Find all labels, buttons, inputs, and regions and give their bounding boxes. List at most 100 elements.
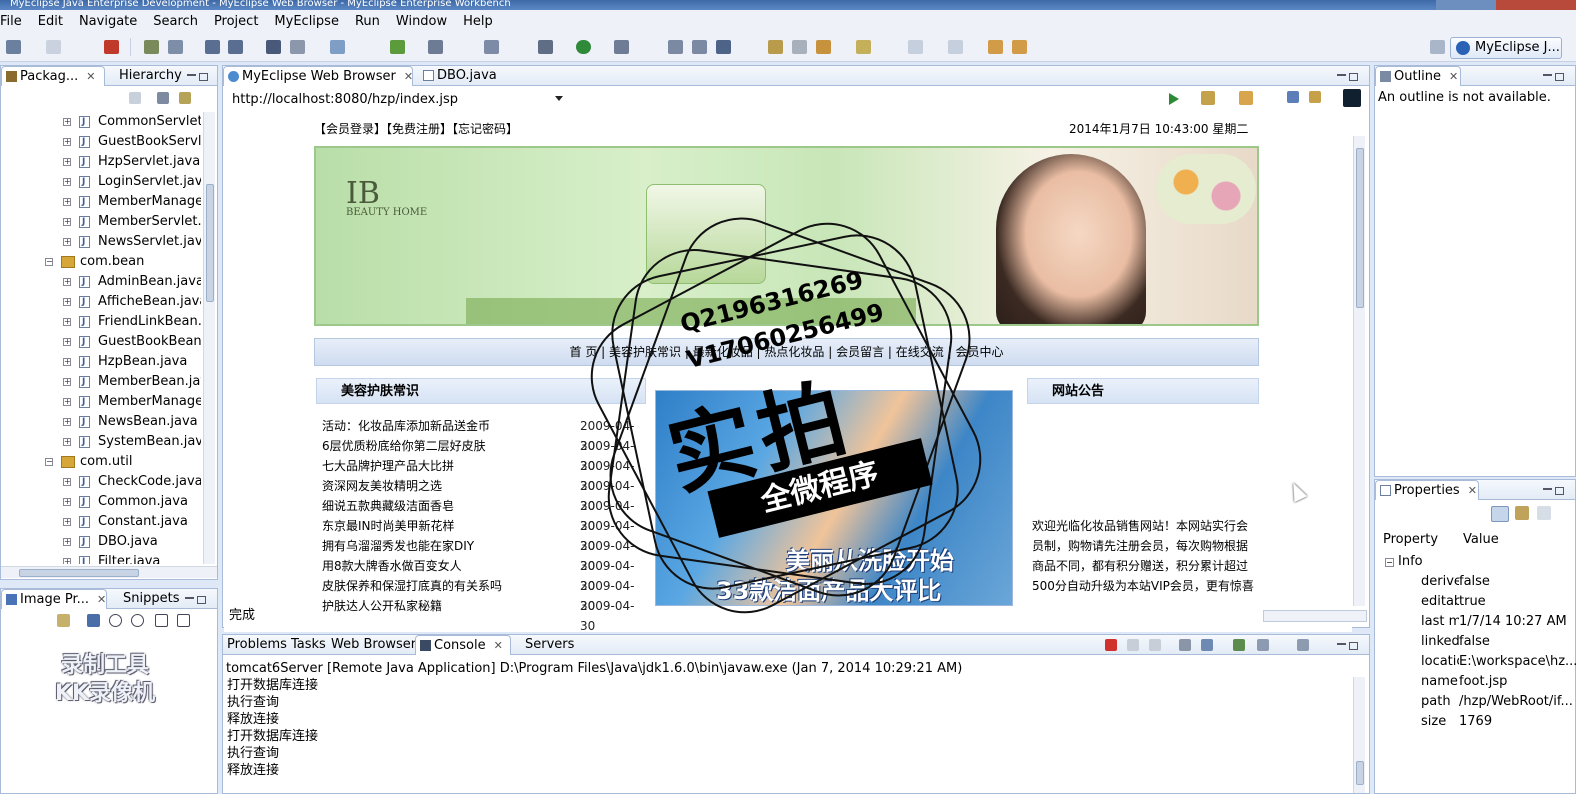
close-icon[interactable]: ✕ bbox=[97, 593, 106, 606]
remove-all-icon[interactable] bbox=[1149, 639, 1161, 651]
back-nav-icon[interactable] bbox=[129, 92, 141, 104]
news-item[interactable]: 东京最IN时尚美甲新花样 2009-04-30 bbox=[322, 516, 642, 553]
console-scroll-thumb[interactable] bbox=[1356, 761, 1364, 785]
save-icon[interactable] bbox=[46, 40, 61, 54]
browser-scrollbar[interactable] bbox=[1353, 136, 1365, 606]
tree-file[interactable]: + AdminBean.java bbox=[1, 272, 201, 292]
info-group[interactable]: − Info bbox=[1385, 554, 1423, 569]
menu-help[interactable]: Help bbox=[456, 14, 502, 29]
expand-icon[interactable]: + bbox=[63, 238, 71, 246]
browser-refresh-icon[interactable] bbox=[1309, 91, 1321, 103]
annotation-icon[interactable] bbox=[856, 40, 871, 54]
filter-icon[interactable] bbox=[1515, 506, 1529, 520]
expand-icon[interactable]: + bbox=[63, 138, 71, 146]
tree-hscroll-thumb[interactable] bbox=[19, 569, 139, 577]
expand-icon[interactable]: + bbox=[63, 218, 71, 226]
tree-file[interactable]: + Constant.java bbox=[1, 512, 201, 532]
close-icon[interactable]: ✕ bbox=[86, 70, 95, 83]
expand-icon[interactable]: + bbox=[63, 418, 71, 426]
view-minmax-controls[interactable] bbox=[185, 593, 211, 604]
property-row[interactable]: locaticE:\workspace\hz... bbox=[1379, 652, 1576, 672]
nav-member-center[interactable]: 会员中心 bbox=[955, 345, 1003, 359]
zoom-in-icon[interactable] bbox=[131, 614, 144, 627]
expand-icon[interactable]: + bbox=[63, 278, 71, 286]
view-minmax-controls[interactable] bbox=[187, 70, 213, 81]
external-tools-icon[interactable] bbox=[614, 40, 629, 54]
ad-image[interactable]: 美丽从洗脸开始 33款洁面产品大评比 bbox=[655, 390, 1013, 606]
tree-file[interactable]: + MemberManageB bbox=[1, 392, 201, 412]
property-row[interactable]: size 1769 bbox=[1379, 712, 1575, 732]
pin-console-icon[interactable] bbox=[1233, 639, 1245, 651]
nav-guestbook[interactable]: 会员留言 bbox=[836, 345, 884, 359]
menu-navigate[interactable]: Navigate bbox=[72, 14, 146, 29]
forward-icon[interactable] bbox=[1012, 40, 1027, 54]
deploy-icon[interactable] bbox=[168, 40, 183, 54]
debug-icon[interactable] bbox=[144, 40, 159, 54]
news-item[interactable]: 拥有乌溜溜秀发也能在家DIY 2009-04-30 bbox=[322, 536, 642, 573]
clear-console-icon[interactable] bbox=[1179, 639, 1191, 651]
browser-back-icon[interactable] bbox=[1239, 91, 1253, 105]
expand-icon[interactable]: + bbox=[63, 498, 71, 506]
pen-icon[interactable] bbox=[792, 40, 807, 54]
editor-minmax-controls[interactable] bbox=[1337, 70, 1363, 81]
news-item[interactable]: 资深网友美妆精明之选 2009-04-30 bbox=[322, 476, 642, 513]
tab-image-preview[interactable]: Image Pr... ✕ bbox=[1, 589, 107, 609]
tree-file[interactable]: + GuestBookBean.ja bbox=[1, 332, 201, 352]
server-icon[interactable] bbox=[266, 40, 281, 54]
expand-icon[interactable]: + bbox=[63, 558, 71, 564]
tab-web-browser[interactable]: MyEclipse Web Browser ✕ bbox=[223, 66, 413, 86]
menu-window[interactable]: Window bbox=[389, 14, 456, 29]
zoom-out-icon[interactable] bbox=[109, 614, 122, 627]
tree-package[interactable]: − com.util bbox=[1, 452, 201, 472]
tree-file[interactable]: + MemberBean.java bbox=[1, 372, 201, 392]
wizard2-icon[interactable] bbox=[228, 40, 243, 54]
browser-scroll-thumb[interactable] bbox=[1356, 148, 1364, 308]
search-icon[interactable] bbox=[768, 40, 783, 54]
tree-file[interactable]: + CommonServlet.ja bbox=[1, 112, 201, 132]
browser-stop-icon[interactable] bbox=[1343, 89, 1361, 107]
task-icon[interactable] bbox=[668, 40, 683, 54]
expand-icon[interactable]: + bbox=[63, 198, 71, 206]
tree-file[interactable]: + CheckCode.java bbox=[1, 472, 201, 492]
menu-file[interactable]: File bbox=[0, 14, 31, 29]
fit-window-icon[interactable] bbox=[177, 614, 190, 627]
restore-default-icon[interactable] bbox=[1537, 506, 1551, 520]
property-row[interactable]: derive false bbox=[1379, 572, 1575, 592]
news-item[interactable]: 皮肤保养和保湿打底真的有关系吗 2009-04-30 bbox=[322, 576, 642, 613]
expand-icon[interactable]: + bbox=[63, 438, 71, 446]
tab-outline[interactable]: Outline ✕ bbox=[1375, 66, 1461, 86]
scroll-lock-icon[interactable] bbox=[1201, 639, 1213, 651]
tree-scrollbar[interactable] bbox=[203, 112, 215, 564]
new-class-icon[interactable] bbox=[484, 40, 499, 54]
tab-properties[interactable]: Properties ✕ bbox=[1375, 480, 1479, 500]
collapse-icon[interactable]: − bbox=[45, 258, 53, 266]
close-icon[interactable]: ✕ bbox=[494, 639, 503, 652]
news-item[interactable]: 活动：化妆品库添加新品送金币 2009-04-30 bbox=[322, 416, 642, 453]
tab-hierarchy[interactable]: Hierarchy bbox=[105, 66, 182, 86]
refresh-icon[interactable] bbox=[390, 40, 405, 54]
tag-icon[interactable] bbox=[692, 40, 707, 54]
perspective-switcher[interactable]: MyEclipse J... bbox=[1450, 37, 1562, 59]
expand-icon[interactable]: + bbox=[63, 378, 71, 386]
menu-myeclipse[interactable]: MyEclipse bbox=[267, 14, 348, 29]
link-editor-icon[interactable] bbox=[179, 92, 191, 104]
news-item[interactable]: 细说五款典藏级洁面香皂 2009-04-30 bbox=[322, 496, 642, 533]
expand-icon[interactable]: + bbox=[63, 318, 71, 326]
pin-icon[interactable] bbox=[57, 614, 70, 627]
tab-web-browser-2[interactable]: Web Browser bbox=[327, 635, 416, 655]
expand-icon[interactable]: + bbox=[63, 358, 71, 366]
menu-edit[interactable]: Edit bbox=[31, 14, 72, 29]
display-console-icon[interactable] bbox=[1257, 639, 1269, 651]
nav-beauty-tips[interactable]: 美容护肤常识 bbox=[609, 345, 681, 359]
tree-file[interactable]: + MemberServlet.ja bbox=[1, 212, 201, 232]
expand-icon[interactable]: + bbox=[63, 158, 71, 166]
tab-dbo-java[interactable]: DBO.java bbox=[419, 66, 519, 86]
collapse-icon[interactable]: − bbox=[1385, 558, 1394, 567]
nav-hot-products[interactable]: 热点化妆品 bbox=[764, 345, 824, 359]
url-dropdown-icon[interactable] bbox=[555, 96, 563, 101]
tab-console[interactable]: Console ✕ bbox=[415, 635, 511, 655]
news-item[interactable]: 6层优质粉底给你第二层好皮肤 2009-04-30 bbox=[322, 436, 642, 473]
tree-scroll-thumb[interactable] bbox=[206, 184, 214, 302]
expand-icon[interactable]: + bbox=[63, 298, 71, 306]
browser-home-icon[interactable] bbox=[1287, 91, 1299, 103]
